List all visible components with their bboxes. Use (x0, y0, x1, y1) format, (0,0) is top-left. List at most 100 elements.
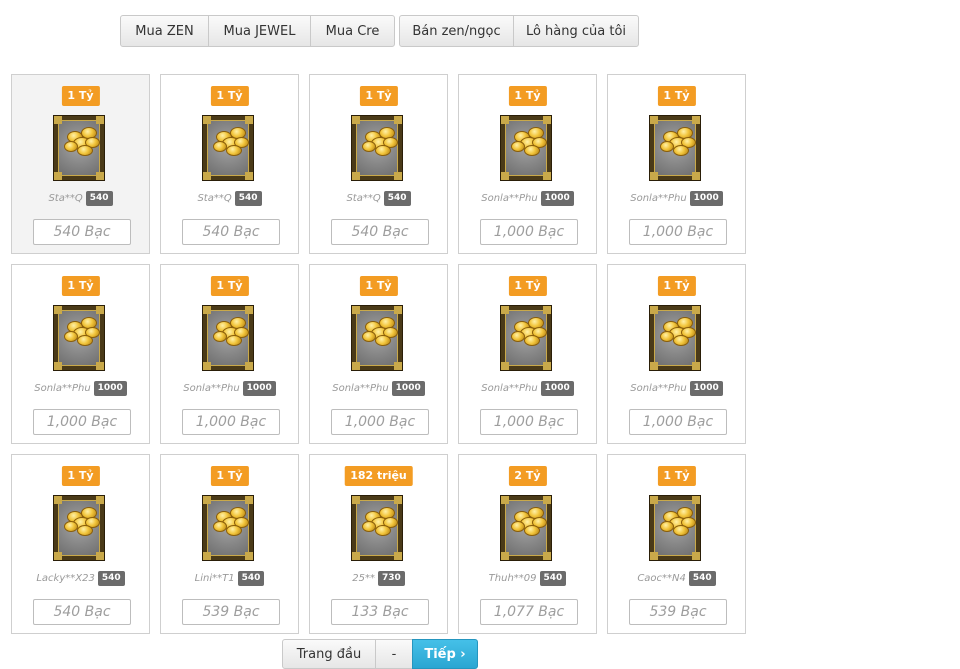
buy-price-button[interactable]: 1,000 Bạc (629, 219, 727, 245)
zen-coin-pile-icon (202, 115, 254, 181)
buy-price-button[interactable]: 1,000 Bạc (629, 409, 727, 435)
listing-card[interactable]: 1 Tỷ Sonla**Phu 1000 1,000 Bạc (458, 264, 597, 444)
seller-name: Sonla**Phu (481, 193, 538, 204)
zen-coin-pile-icon (351, 115, 403, 181)
level-badge: 540 (688, 571, 716, 586)
tab-buy-cre[interactable]: Mua Cre (310, 15, 395, 47)
amount-badge: 1 Tỷ (210, 86, 249, 106)
seller-name: Caoc**N4 (637, 573, 686, 584)
seller-info: Sonla**Phu 1000 (459, 381, 596, 396)
tab-sell-zen-jewel[interactable]: Bán zen/ngọc (399, 15, 514, 47)
seller-info: Sta**Q 540 (310, 191, 447, 206)
listing-card[interactable]: 182 triệu 25** 730 133 Bạc (309, 454, 448, 634)
listing-card[interactable]: 1 Tỷ Sonla**Phu 1000 1,000 Bạc (160, 264, 299, 444)
buy-price-button[interactable]: 1,000 Bạc (182, 409, 280, 435)
zen-coin-pile-icon (649, 115, 701, 181)
tab-my-listings[interactable]: Lô hàng của tôi (513, 15, 639, 47)
listing-card[interactable]: 1 Tỷ Sta**Q 540 540 Bạc (309, 74, 448, 254)
level-badge: 540 (237, 571, 265, 586)
seller-info: Sta**Q 540 (12, 191, 149, 206)
buy-price-button[interactable]: 540 Bạc (33, 219, 131, 245)
listing-card[interactable]: 1 Tỷ Sonla**Phu 1000 1,000 Bạc (607, 264, 746, 444)
zen-coin-pile-icon (53, 495, 105, 561)
buy-price-button[interactable]: 539 Bạc (182, 599, 280, 625)
listing-card[interactable]: 2 Tỷ Thuh**09 540 1,077 Bạc (458, 454, 597, 634)
listing-card[interactable]: 1 Tỷ Sta**Q 540 540 Bạc (160, 74, 299, 254)
seller-info: Sta**Q 540 (161, 191, 298, 206)
listing-card[interactable]: 1 Tỷ Sonla**Phu 1000 1,000 Bạc (309, 264, 448, 444)
listing-card[interactable]: 1 Tỷ Lini**T1 540 539 Bạc (160, 454, 299, 634)
seller-name: Sonla**Phu (630, 193, 687, 204)
level-badge: 1000 (391, 381, 425, 396)
buy-price-button[interactable]: 1,077 Bạc (480, 599, 578, 625)
seller-info: Sonla**Phu 1000 (310, 381, 447, 396)
amount-badge: 1 Tỷ (359, 276, 398, 296)
buy-price-button[interactable]: 539 Bạc (629, 599, 727, 625)
buy-price-button[interactable]: 540 Bạc (33, 599, 131, 625)
zen-coin-pile-icon (649, 305, 701, 371)
seller-info: Sonla**Phu 1000 (608, 191, 745, 206)
amount-badge: 1 Tỷ (657, 276, 696, 296)
buy-price-button[interactable]: 1,000 Bạc (331, 409, 429, 435)
zen-coin-pile-icon (53, 115, 105, 181)
seller-name: 25** (352, 573, 375, 584)
buy-price-button[interactable]: 1,000 Bạc (480, 219, 578, 245)
level-badge: 540 (97, 571, 125, 586)
seller-name: Sta**Q (48, 193, 83, 204)
listing-card[interactable]: 1 Tỷ Caoc**N4 540 539 Bạc (607, 454, 746, 634)
buy-price-button[interactable]: 540 Bạc (331, 219, 429, 245)
zen-coin-pile-icon (202, 495, 254, 561)
level-badge: 1000 (540, 381, 574, 396)
amount-badge: 1 Tỷ (657, 466, 696, 486)
zen-coin-pile-icon (500, 495, 552, 561)
amount-badge: 1 Tỷ (61, 276, 100, 296)
amount-badge: 1 Tỷ (210, 466, 249, 486)
seller-info: Caoc**N4 540 (608, 571, 745, 586)
seller-name: Sonla**Phu (34, 383, 91, 394)
tab-buy-zen[interactable]: Mua ZEN (120, 15, 209, 47)
amount-badge: 1 Tỷ (210, 276, 249, 296)
zen-coin-pile-icon (500, 305, 552, 371)
seller-name: Sta**Q (197, 193, 232, 204)
level-badge: 1000 (242, 381, 276, 396)
tab-buy-jewel[interactable]: Mua JEWEL (208, 15, 311, 47)
seller-info: 25** 730 (310, 571, 447, 586)
seller-info: Lini**T1 540 (161, 571, 298, 586)
next-page-button[interactable]: Tiếp › (412, 639, 478, 669)
seller-info: Sonla**Phu 1000 (608, 381, 745, 396)
listing-card[interactable]: 1 Tỷ Sta**Q 540 540 Bạc (11, 74, 150, 254)
amount-badge: 1 Tỷ (508, 276, 547, 296)
seller-name: Lini**T1 (194, 573, 235, 584)
zen-coin-pile-icon (649, 495, 701, 561)
listing-card[interactable]: 1 Tỷ Lacky**X23 540 540 Bạc (11, 454, 150, 634)
amount-badge: 1 Tỷ (657, 86, 696, 106)
seller-info: Lacky**X23 540 (12, 571, 149, 586)
amount-badge: 1 Tỷ (61, 86, 100, 106)
level-badge: 540 (383, 191, 411, 206)
buy-price-button[interactable]: 540 Bạc (182, 219, 280, 245)
sell-tab-group: Bán zen/ngọc Lô hàng của tôi (399, 15, 639, 47)
level-badge: 1000 (540, 191, 574, 206)
amount-badge: 182 triệu (344, 466, 413, 486)
first-page-button[interactable]: Trang đầu (282, 639, 376, 669)
buy-price-button[interactable]: 133 Bạc (331, 599, 429, 625)
seller-name: Lacky**X23 (36, 573, 95, 584)
buy-price-button[interactable]: 1,000 Bạc (480, 409, 578, 435)
level-badge: 730 (377, 571, 405, 586)
seller-info: Thuh**09 540 (459, 571, 596, 586)
listing-card[interactable]: 1 Tỷ Sonla**Phu 1000 1,000 Bạc (11, 264, 150, 444)
seller-info: Sonla**Phu 1000 (161, 381, 298, 396)
seller-info: Sonla**Phu 1000 (459, 191, 596, 206)
level-badge: 540 (539, 571, 567, 586)
buy-price-button[interactable]: 1,000 Bạc (33, 409, 131, 435)
listing-card[interactable]: 1 Tỷ Sonla**Phu 1000 1,000 Bạc (458, 74, 597, 254)
zen-coin-pile-icon (53, 305, 105, 371)
zen-coin-pile-icon (351, 305, 403, 371)
level-badge: 1000 (689, 191, 723, 206)
seller-info: Sonla**Phu 1000 (12, 381, 149, 396)
zen-coin-pile-icon (202, 305, 254, 371)
buy-tab-group: Mua ZEN Mua JEWEL Mua Cre (120, 15, 395, 47)
seller-name: Sonla**Phu (630, 383, 687, 394)
seller-name: Sta**Q (346, 193, 381, 204)
listing-card[interactable]: 1 Tỷ Sonla**Phu 1000 1,000 Bạc (607, 74, 746, 254)
